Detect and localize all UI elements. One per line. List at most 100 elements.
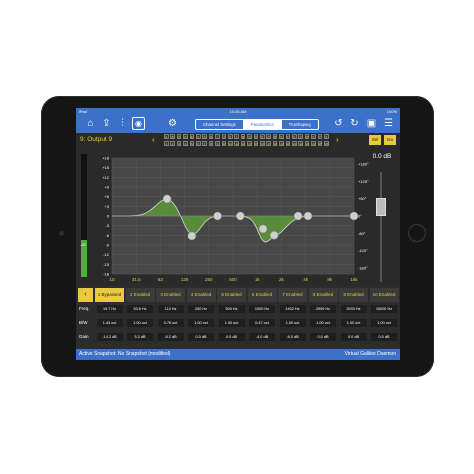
band-freq-value[interactable]: 114 Hz: [157, 305, 184, 313]
channel-grid-cell[interactable]: K: [228, 134, 233, 139]
channel-grid-cell[interactable]: V: [298, 134, 303, 139]
band-header[interactable]: 7 Enabled: [278, 288, 307, 302]
band-freq-value[interactable]: 16000 Hz: [371, 305, 397, 313]
channel-grid-number[interactable]: 25: [317, 141, 323, 146]
band-bw-value[interactable]: 1.00 oct: [127, 319, 153, 327]
band-freq-value[interactable]: 19.7 Hz: [96, 305, 123, 313]
channel-grid-cell[interactable]: T: [285, 134, 291, 139]
band-gain-value[interactable]: 5.3 dB: [127, 333, 153, 341]
tab-channel-settings[interactable]: Channel Settings: [196, 120, 243, 129]
band-bw-value[interactable]: 1.00 oct: [279, 319, 306, 327]
channel-grid-cell[interactable]: F: [196, 134, 201, 139]
channel-grid-cell[interactable]: E: [189, 134, 195, 139]
isolate-button[interactable]: Iso: [384, 135, 396, 145]
eq-band-handle[interactable]: [269, 231, 279, 240]
band-bw-value[interactable]: 1.00 oct: [310, 319, 336, 327]
band-header[interactable]: 2 Enabled: [125, 288, 155, 302]
channel-grid-cell[interactable]: S: [279, 134, 284, 139]
band-freq-value[interactable]: 53.6 Hz: [127, 305, 153, 313]
channel-grid-cell[interactable]: I: [215, 134, 220, 139]
band-header[interactable]: 4 Enabled: [186, 288, 216, 302]
channel-grid-number[interactable]: 11: [228, 141, 233, 146]
channel-grid-number[interactable]: 19: [279, 141, 284, 146]
band-freq-value[interactable]: 1000 Hz: [249, 305, 275, 313]
channel-grid-number[interactable]: 1: [164, 141, 169, 146]
channel-grid-number[interactable]: 6: [196, 141, 201, 146]
channel-grid-cell[interactable]: U: [292, 134, 297, 139]
channel-grid-cell[interactable]: X: [311, 134, 316, 139]
band-bw-value[interactable]: 1.00 oct: [188, 319, 214, 327]
channel-grid-number[interactable]: 26: [324, 141, 329, 146]
band-header[interactable]: 10 Enabled: [369, 288, 399, 302]
band-gain-value[interactable]: -6.0 dB: [279, 333, 306, 341]
band-freq-value[interactable]: 1402 Hz: [279, 305, 306, 313]
channel-grid-number[interactable]: 9: [215, 141, 220, 146]
channel-grid-number[interactable]: 4: [183, 141, 188, 146]
undo-icon[interactable]: ↺: [332, 117, 345, 130]
channel-grid-number[interactable]: 15: [253, 141, 259, 146]
eq-band-handle[interactable]: [293, 211, 303, 221]
band-gain-value[interactable]: 0.0 dB: [218, 333, 245, 341]
channel-grid-number[interactable]: 2: [170, 141, 175, 146]
band-freq-value[interactable]: 2909 Hz: [310, 305, 336, 313]
channel-grid-number[interactable]: 14: [247, 141, 252, 146]
channel-grid-number[interactable]: 12: [234, 141, 239, 146]
band-bw-value[interactable]: 1.00 oct: [340, 319, 367, 327]
next-channel-button[interactable]: ›: [336, 135, 339, 144]
band-gain-value[interactable]: -14.2 dB: [96, 333, 123, 341]
select-button[interactable]: Sel: [369, 135, 381, 145]
channel-grid-cell[interactable]: M: [240, 134, 246, 139]
band-bw-value[interactable]: 1.00 oct: [218, 319, 245, 327]
band-bw-value[interactable]: 0.76 oct: [157, 319, 184, 327]
eq-icon[interactable]: ◉: [132, 117, 145, 130]
save-icon[interactable]: ▣: [365, 117, 378, 130]
eq-graph[interactable]: +18 +15 +12 +9 +6 +3 0 -3 -6 -9 -12 -15 -18 +180° +120…: [76, 148, 400, 286]
channel-grid-cell[interactable]: R: [272, 134, 278, 139]
band-freq-value[interactable]: 3933 Hz: [340, 305, 367, 313]
tab-parametrics[interactable]: Parametrics: [242, 120, 281, 129]
band-header[interactable]: 8 Enabled: [308, 288, 338, 302]
prev-channel-button[interactable]: ‹: [152, 135, 155, 144]
home-icon[interactable]: ⌂: [84, 117, 97, 130]
channel-grid-number[interactable]: 13: [240, 141, 246, 146]
band-freq-value[interactable]: 500 Hz: [218, 305, 245, 313]
band-bw-value[interactable]: 0.47 oct: [249, 319, 275, 327]
channel-grid-cell[interactable]: Z: [324, 134, 329, 139]
output-fader[interactable]: [376, 197, 386, 216]
channel-grid-number[interactable]: 23: [304, 141, 310, 146]
channel-grid-cell[interactable]: J: [221, 134, 227, 139]
channel-grid-cell[interactable]: N: [247, 134, 252, 139]
channel-grid-number[interactable]: 22: [298, 141, 303, 146]
channel-grid-cell[interactable]: W: [304, 134, 310, 139]
band-gain-value[interactable]: -6.2 dB: [157, 333, 184, 341]
channel-grid-cell[interactable]: H: [208, 134, 214, 139]
channel-grid-cell[interactable]: L: [234, 134, 239, 139]
channel-grid-number[interactable]: 10: [221, 141, 227, 146]
band-gain-value[interactable]: -4.0 dB: [249, 333, 275, 341]
settings-icon[interactable]: ⚙: [166, 117, 179, 130]
redo-icon[interactable]: ↻: [348, 117, 361, 130]
back-button[interactable]: ‹: [78, 288, 93, 302]
band-gain-value[interactable]: 0.0 dB: [340, 333, 367, 341]
channel-grid-cell[interactable]: O: [253, 134, 259, 139]
channel-grid-cell[interactable]: A: [164, 134, 169, 139]
channel-grid-cell[interactable]: Q: [266, 134, 271, 139]
band-bw-value[interactable]: 1.00 oct: [371, 319, 397, 327]
channel-grid-cell[interactable]: D: [183, 134, 188, 139]
channel-grid-number[interactable]: 24: [311, 141, 316, 146]
tab-trushaping[interactable]: TruShaping: [280, 120, 318, 129]
eq-band-handle[interactable]: [187, 231, 197, 241]
band-gain-value[interactable]: 0.0 dB: [310, 333, 336, 341]
band-freq-value[interactable]: 250 Hz: [188, 305, 214, 313]
band-header[interactable]: 3 Enabled: [156, 288, 185, 302]
eq-band-handle[interactable]: [303, 211, 313, 221]
band-header[interactable]: 1 Bypassed: [95, 288, 124, 302]
channel-grid-cell[interactable]: C: [176, 134, 182, 139]
channel-grid-number[interactable]: 8: [208, 141, 214, 146]
channel-grid-cell[interactable]: Y: [317, 134, 323, 139]
eq-band-handle[interactable]: [258, 224, 268, 234]
channel-grid-number[interactable]: 5: [189, 141, 195, 146]
mixer-icon[interactable]: ⫶: [116, 117, 129, 130]
channel-grid-number[interactable]: 16: [260, 141, 265, 146]
eq-band-handle[interactable]: [349, 211, 359, 221]
